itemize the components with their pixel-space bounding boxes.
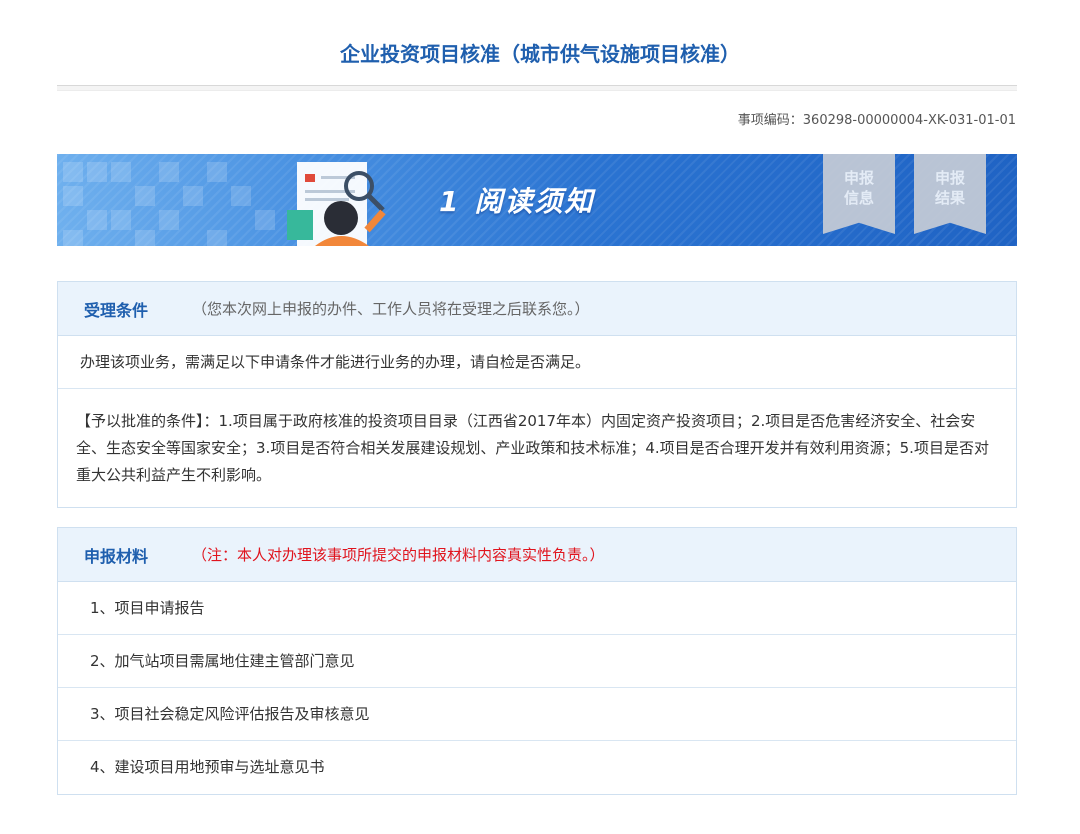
materials-note: （注：本人对办理该事项所提交的申报材料内容真实性负责。） bbox=[192, 546, 605, 564]
conditions-heading: 受理条件 bbox=[84, 300, 149, 320]
material-item[interactable]: 1、项目申请报告 bbox=[58, 582, 1016, 635]
step-flag-apply-result[interactable]: 申报 结果 bbox=[914, 154, 986, 234]
reading-illustration-icon bbox=[287, 162, 386, 246]
material-item[interactable]: 4、建设项目用地预审与选址意见书 bbox=[58, 741, 1016, 794]
conditions-panel: 受理条件 （您本次网上申报的办件、工作人员将在受理之后联系您。） 办理该项业务，… bbox=[57, 281, 1017, 508]
conditions-header: 受理条件 （您本次网上申报的办件、工作人员将在受理之后联系您。） bbox=[58, 282, 1016, 336]
item-code: 事项编码：360298-00000004-XK-031-01-01 bbox=[737, 113, 1016, 128]
step-label: 阅读须知 bbox=[474, 185, 595, 218]
step-flag-line2: 结果 bbox=[934, 189, 965, 207]
page-title: 企业投资项目核准（城市供气设施项目核准） bbox=[340, 42, 740, 66]
title-divider bbox=[57, 85, 1017, 91]
materials-panel: 申报材料 （注：本人对办理该事项所提交的申报材料内容真实性负责。） 1、项目申请… bbox=[57, 527, 1017, 795]
step-flag-line1: 申报 bbox=[843, 169, 874, 187]
page: 企业投资项目核准（城市供气设施项目核准） 事项编码：360298-0000000… bbox=[0, 0, 1080, 834]
materials-header: 申报材料 （注：本人对办理该事项所提交的申报材料内容真实性负责。） bbox=[58, 528, 1016, 582]
conditions-detail: 【予以批准的条件】：1.项目属于政府核准的投资项目目录（江西省2017年本）内固… bbox=[76, 412, 989, 484]
step-number: 1 bbox=[439, 185, 461, 218]
step-flag-apply-info[interactable]: 申报 信息 bbox=[823, 154, 895, 234]
step-flag-line2: 信息 bbox=[843, 189, 874, 207]
conditions-intro: 办理该项业务，需满足以下申请条件才能进行业务的办理，请自检是否满足。 bbox=[58, 336, 1016, 389]
materials-heading: 申报材料 bbox=[84, 546, 149, 566]
conditions-note: （您本次网上申报的办件、工作人员将在受理之后联系您。） bbox=[192, 300, 590, 318]
material-item[interactable]: 2、加气站项目需属地住建主管部门意见 bbox=[58, 635, 1016, 688]
step-flag-line1: 申报 bbox=[934, 169, 965, 187]
step-banner: 1 阅读须知 申报 信息 申报 结果 bbox=[57, 154, 1017, 246]
step-title: 1 阅读须知 bbox=[439, 180, 595, 220]
material-item[interactable]: 3、项目社会稳定风险评估报告及审核意见 bbox=[58, 688, 1016, 741]
